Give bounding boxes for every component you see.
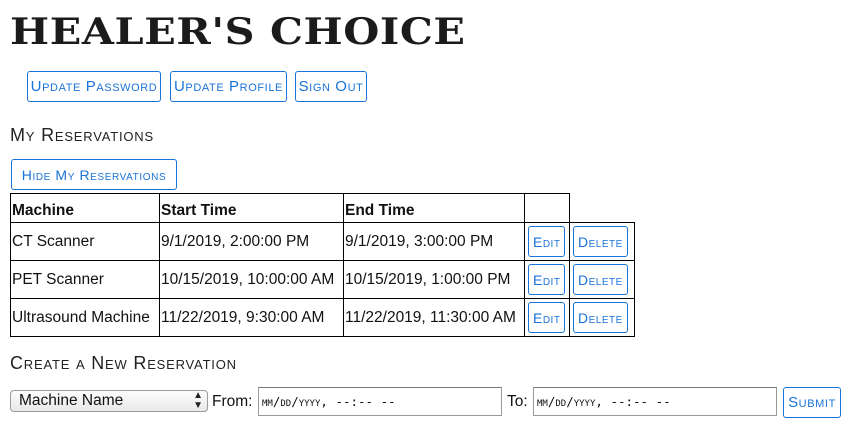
cell-end-time: 10/15/2019, 1:00:00 PM <box>343 260 525 299</box>
cell-machine: PET Scanner <box>10 260 160 299</box>
submit-button[interactable]: Submit <box>783 387 841 418</box>
edit-button[interactable]: Edit <box>528 226 566 257</box>
table-row: CT Scanner 9/1/2019, 2:00:00 PM 9/1/2019… <box>10 222 635 261</box>
cell-edit: Edit <box>524 298 570 337</box>
table-header-row: Machine Start Time End Time <box>10 193 634 223</box>
cell-delete: Delete <box>569 222 635 261</box>
machine-select[interactable]: Machine Name ▲ ▼ <box>10 390 208 412</box>
table-row: Ultrasound Machine 11/22/2019, 9:30:00 A… <box>10 298 635 337</box>
cell-delete: Delete <box>569 298 635 337</box>
cell-end-time: 11/22/2019, 11:30:00 AM <box>343 298 525 337</box>
create-reservation-heading: Create a New Reservation <box>10 353 237 373</box>
cell-machine: CT Scanner <box>10 222 160 261</box>
my-reservations-heading: My Reservations <box>10 125 154 145</box>
brand-title: HEALER'S CHOICE <box>10 11 466 53</box>
machine-select-value: Machine Name <box>19 392 124 409</box>
select-arrows-icon: ▲ ▼ <box>193 390 203 411</box>
sign-out-button[interactable]: Sign Out <box>295 71 367 102</box>
delete-button[interactable]: Delete <box>573 302 628 333</box>
cell-edit: Edit <box>524 260 570 299</box>
column-header-end-time: End Time <box>343 193 525 223</box>
edit-button[interactable]: Edit <box>528 302 566 333</box>
column-header-edit <box>524 193 570 223</box>
cell-machine: Ultrasound Machine <box>10 298 160 337</box>
table-row: PET Scanner 10/15/2019, 10:00:00 AM 10/1… <box>10 260 635 299</box>
delete-button[interactable]: Delete <box>573 264 628 295</box>
delete-button[interactable]: Delete <box>573 226 628 257</box>
column-header-start-time: Start Time <box>159 193 344 223</box>
reservations-table: Machine Start Time End Time CT Scanner 9… <box>10 193 635 337</box>
update-profile-button[interactable]: Update Profile <box>170 71 287 102</box>
update-password-button[interactable]: Update Password <box>27 71 161 102</box>
column-header-delete <box>569 193 634 223</box>
from-label: From: <box>212 393 253 410</box>
cell-start-time: 10/15/2019, 10:00:00 AM <box>159 260 344 299</box>
to-datetime-input[interactable]: mm/dd/yyyy, --:-- -- <box>533 387 777 416</box>
cell-start-time: 9/1/2019, 2:00:00 PM <box>159 222 344 261</box>
from-datetime-input[interactable]: mm/dd/yyyy, --:-- -- <box>258 387 502 416</box>
cell-delete: Delete <box>569 260 635 299</box>
cell-end-time: 9/1/2019, 3:00:00 PM <box>343 222 525 261</box>
cell-start-time: 11/22/2019, 9:30:00 AM <box>159 298 344 337</box>
hide-reservations-button[interactable]: Hide My Reservations <box>11 159 177 190</box>
edit-button[interactable]: Edit <box>528 264 566 295</box>
to-label: To: <box>507 393 528 410</box>
column-header-machine: Machine <box>10 193 160 223</box>
cell-edit: Edit <box>524 222 570 261</box>
